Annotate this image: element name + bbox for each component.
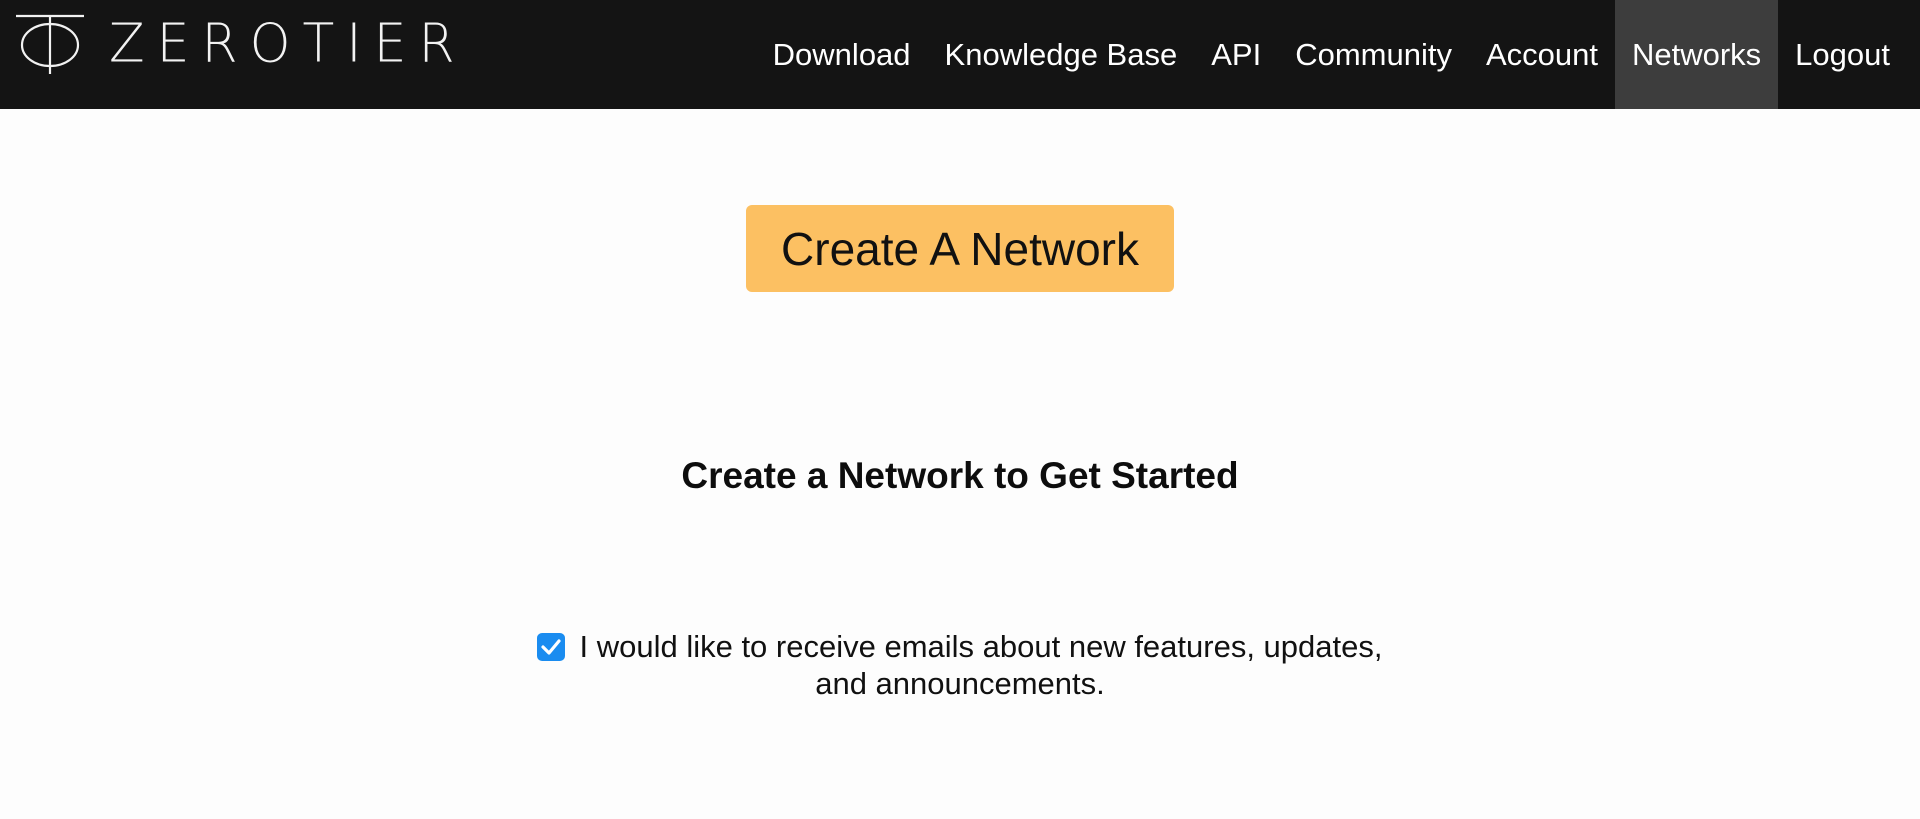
create-network-button[interactable]: Create A Network (746, 205, 1174, 292)
email-optin-label[interactable]: I would like to receive emails about new… (579, 629, 1382, 701)
checkmark-icon (541, 639, 562, 655)
nav-logout[interactable]: Logout (1778, 0, 1907, 109)
brand-logo[interactable]: ZEROTIER (15, 13, 467, 75)
zerotier-logo-icon (16, 14, 84, 74)
top-navbar: ZEROTIER Download Knowledge Base API Com… (0, 0, 1920, 109)
nav-download[interactable]: Download (756, 0, 928, 109)
page-heading: Create a Network to Get Started (681, 455, 1239, 496)
nav-account[interactable]: Account (1469, 0, 1615, 109)
nav-community[interactable]: Community (1278, 0, 1469, 109)
nav-knowledge-base[interactable]: Knowledge Base (928, 0, 1195, 109)
nav-networks[interactable]: Networks (1614, 0, 1779, 109)
main-nav: Download Knowledge Base API Community Ac… (756, 0, 1907, 109)
nav-api[interactable]: API (1194, 0, 1278, 109)
email-optin: I would like to receive emails about new… (510, 628, 1410, 702)
email-optin-checkbox[interactable] (537, 633, 566, 661)
brand-wordmark: ZEROTIER (109, 13, 467, 75)
